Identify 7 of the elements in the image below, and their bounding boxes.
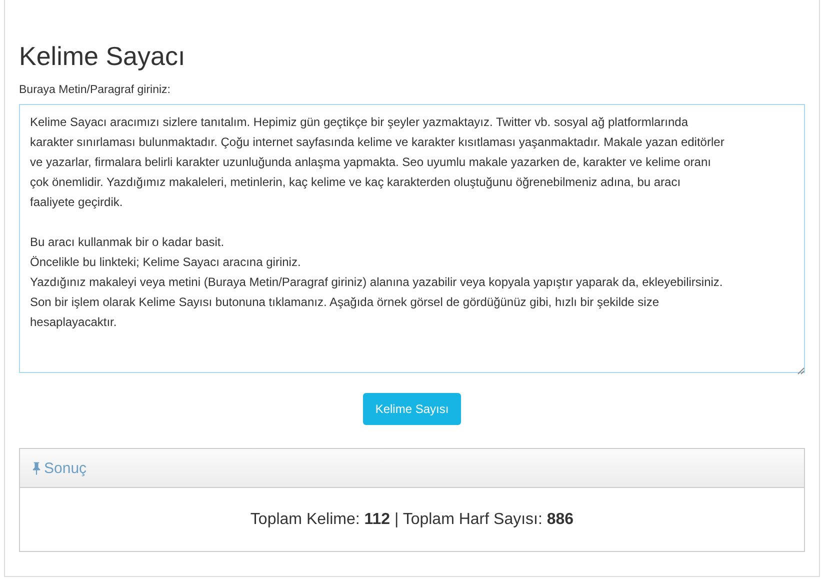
page-title: Kelime Sayacı xyxy=(19,40,186,72)
panel-title: Sonuç xyxy=(44,460,87,476)
field-label: Buraya Metin/Paragraf giriniz: xyxy=(19,84,170,96)
text-area[interactable]: Kelime Sayacı aracımızı sizlere tanıtalım. Hepimiz gün geçtikçe bir şeyler yazmaktayız. Twitter vb. sosyal ağ platformlarında karakter sınırlaması bulunmaktadır. Çoğu internet sayfasında kelime ve karakter kısıtlaması yaşanmaktadır. Makale yazan editörler ve yazarlar, firmalara belirli karakter uzunluğunda anlaşma yapmakta. Seo uyumlu makale yazarken de, karakter ve kelime oranı çok önemlidir. Yazdığımız makaleleri, metinlerin, kaç kelime ve kaç karakterden oluştuğunu öğrenebilmeniz adına, bu aracı faaliyete geçirdik. Bu aracı kullanmak bir o kadar basit. Öncelikle bu linkteki; Kelime Sayacı aracına giriniz. Yazdığınız makaleyi veya metini (Buraya Metin/Paragraf giriniz) alanına yazabilir veya kopyala yapıştır yaparak da, ekleyebilirsiniz. Son bir işlem olarak Kelime Sayısı butonuna tıklamanız. Aşağıda örnek görsel de gördüğünüz gibi, hızlı bir şekilde size hesaplayacaktır. xyxy=(19,104,805,373)
result-text: Toplam Kelime: 112 | Toplam Harf Sayısı: 886 xyxy=(250,510,574,528)
pin-icon xyxy=(32,462,41,474)
resize-grip-icon[interactable] xyxy=(797,367,805,375)
